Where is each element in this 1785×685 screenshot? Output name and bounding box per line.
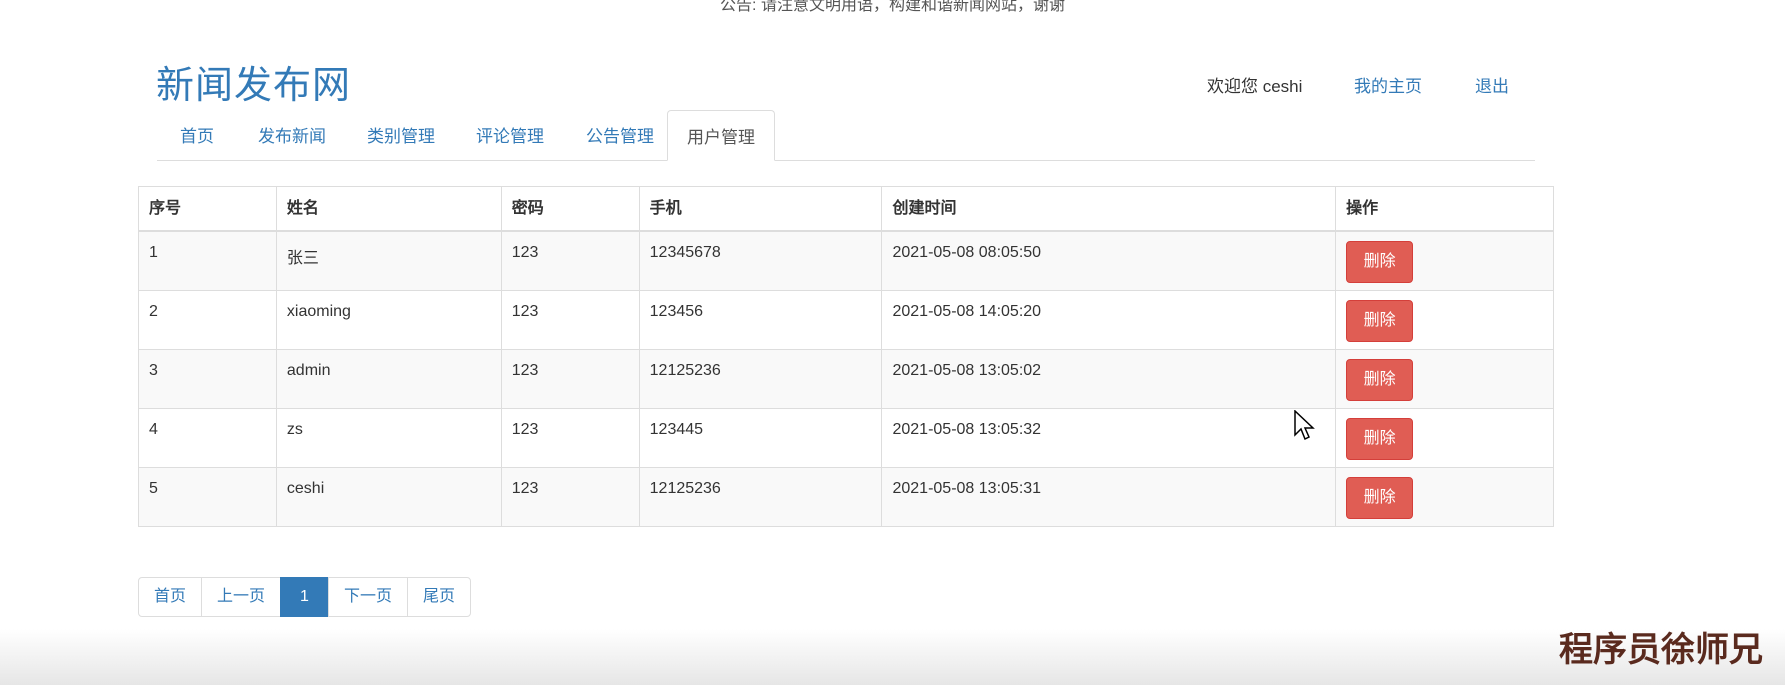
cell-phone: 12125236: [638, 348, 883, 409]
pagination-current-page[interactable]: 1: [280, 577, 329, 617]
pagination-next[interactable]: 下一页: [327, 577, 408, 617]
bottom-shade: [0, 629, 1785, 685]
cell-phone: 12345678: [638, 230, 883, 291]
delete-button[interactable]: 删除: [1346, 241, 1414, 283]
table-row: 1 张三 123 12345678 2021-05-08 08:05:50 删除: [138, 230, 1554, 291]
column-header-phone: 手机: [638, 186, 883, 232]
column-header-name: 姓名: [275, 186, 502, 232]
cell-password: 123: [500, 348, 640, 409]
cell-created: 2021-05-08 13:05:31: [881, 466, 1337, 527]
cell-action: 删除: [1335, 407, 1554, 468]
announcement-text: 公告: 请注意文明用语，构建和谐新闻网站，谢谢: [720, 0, 1065, 14]
cell-action: 删除: [1335, 348, 1554, 409]
column-header-password: 密码: [500, 186, 640, 232]
user-table: 序号 姓名 密码 手机 创建时间 操作 1 张三 123 12345678 20…: [138, 186, 1554, 527]
cell-name: xiaoming: [275, 289, 502, 350]
cell-action: 删除: [1335, 230, 1554, 291]
cell-created: 2021-05-08 13:05:02: [881, 348, 1337, 409]
table-row: 4 zs 123 123445 2021-05-08 13:05:32 删除: [138, 407, 1554, 468]
tab-category-management[interactable]: 类别管理: [347, 110, 455, 160]
site-title[interactable]: 新闻发布网: [156, 54, 351, 109]
cell-created: 2021-05-08 08:05:50: [881, 230, 1337, 291]
welcome-text: 欢迎您 ceshi: [1207, 77, 1303, 96]
cell-phone: 123445: [638, 407, 883, 468]
cell-phone: 123456: [638, 289, 883, 350]
cell-password: 123: [500, 407, 640, 468]
cell-phone: 12125236: [638, 466, 883, 527]
column-header-id: 序号: [138, 186, 277, 232]
pagination-last[interactable]: 尾页: [406, 577, 471, 617]
delete-button[interactable]: 删除: [1346, 299, 1414, 342]
pagination: 首页 上一页 1 下一页 尾页: [138, 577, 471, 617]
pagination-prev[interactable]: 上一页: [201, 577, 282, 617]
column-header-action: 操作: [1335, 186, 1554, 232]
delete-button[interactable]: 删除: [1346, 358, 1414, 401]
cell-id: 4: [138, 407, 277, 468]
cell-password: 123: [500, 466, 640, 527]
table-row: 5 ceshi 123 12125236 2021-05-08 13:05:31…: [138, 466, 1554, 527]
pagination-first[interactable]: 首页: [138, 577, 203, 617]
table-row: 3 admin 123 12125236 2021-05-08 13:05:02…: [138, 348, 1554, 409]
delete-button[interactable]: 删除: [1346, 417, 1414, 460]
cell-action: 删除: [1335, 289, 1554, 350]
delete-button[interactable]: 删除: [1346, 476, 1414, 519]
table-header-row: 序号 姓名 密码 手机 创建时间 操作: [138, 186, 1554, 232]
cell-created: 2021-05-08 13:05:32: [881, 407, 1337, 468]
tab-comment-management[interactable]: 评论管理: [455, 110, 565, 160]
cell-name: zs: [275, 407, 502, 468]
tab-user-management[interactable]: 用户管理: [667, 110, 775, 161]
my-homepage-link[interactable]: 我的主页: [1354, 72, 1422, 97]
nav-tabs: 首页 发布新闻 类别管理 评论管理 公告管理 用户管理: [157, 110, 1535, 161]
cell-name: 张三: [275, 230, 502, 291]
watermark-text: 程序员徐师兄: [1559, 630, 1763, 670]
tab-home[interactable]: 首页: [157, 110, 237, 160]
tab-publish-news[interactable]: 发布新闻: [237, 110, 347, 160]
column-header-created: 创建时间: [881, 186, 1337, 232]
mouse-cursor-icon: [1294, 410, 1315, 441]
cell-action: 删除: [1335, 466, 1554, 527]
table-row: 2 xiaoming 123 123456 2021-05-08 14:05:2…: [138, 289, 1554, 350]
cell-name: ceshi: [275, 466, 502, 527]
logout-link[interactable]: 退出: [1475, 72, 1509, 97]
tab-announcement-management[interactable]: 公告管理: [565, 110, 675, 160]
cell-id: 3: [138, 348, 277, 409]
cell-password: 123: [500, 230, 640, 291]
cell-id: 5: [138, 466, 277, 527]
cell-password: 123: [500, 289, 640, 350]
cell-id: 1: [138, 230, 277, 291]
cell-name: admin: [275, 348, 502, 409]
cell-created: 2021-05-08 14:05:20: [881, 289, 1337, 350]
cell-id: 2: [138, 289, 277, 350]
